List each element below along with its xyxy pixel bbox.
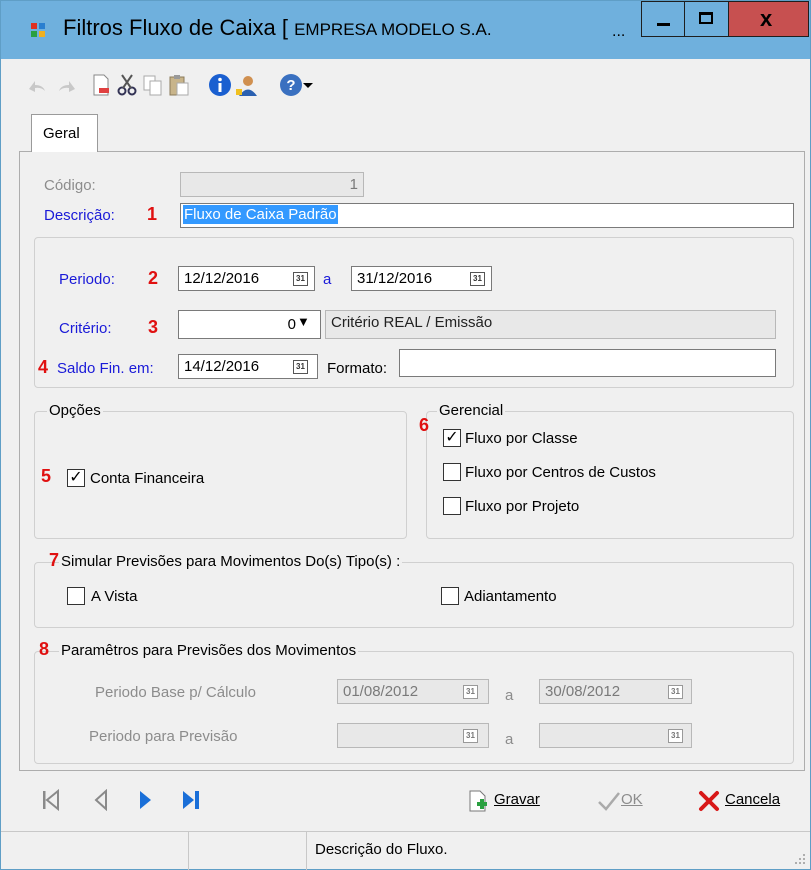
a-vista-checkbox[interactable]	[67, 587, 85, 605]
periodo-separator: a	[323, 271, 332, 288]
dropdown-arrow-icon[interactable]	[301, 73, 315, 97]
periodo-previsao-separator: a	[505, 731, 514, 748]
criterio-value: 0	[287, 316, 296, 333]
codigo-label: Código:	[44, 177, 96, 194]
formato-label: Formato:	[327, 360, 388, 377]
adiantamento-label: Adiantamento	[464, 588, 557, 605]
copy-icon[interactable]	[141, 73, 165, 97]
conta-financeira-label: Conta Financeira	[90, 470, 205, 487]
resize-grip-icon[interactable]	[794, 853, 806, 865]
last-record-icon[interactable]	[181, 789, 203, 811]
descricao-value: Fluxo de Caixa Padrão	[183, 205, 338, 224]
ok-button[interactable]: OK	[621, 791, 643, 808]
new-document-icon[interactable]	[89, 73, 113, 97]
periodo-previsao-label: Periodo para Previsão	[89, 728, 238, 745]
ok-check-icon	[598, 792, 620, 811]
calendar-icon: 31	[463, 729, 478, 743]
previous-record-icon[interactable]	[93, 789, 109, 811]
periodo-base-separator: a	[505, 687, 514, 704]
cancela-button[interactable]: Cancela	[725, 791, 780, 808]
opcoes-title: Opções	[47, 402, 103, 419]
annotation-2: 2	[148, 268, 159, 288]
status-text: Descrição do Fluxo.	[315, 841, 448, 858]
user-icon[interactable]	[235, 73, 259, 97]
app-icon	[31, 23, 45, 37]
maximize-button[interactable]	[685, 1, 729, 37]
codigo-field: 1	[180, 172, 364, 197]
a-vista-label: A Vista	[91, 588, 138, 605]
close-button[interactable]: x	[729, 1, 809, 37]
minimize-button[interactable]	[641, 1, 685, 37]
fluxo-classe-label: Fluxo por Classe	[465, 430, 578, 447]
fluxo-centros-custos-label: Fluxo por Centros de Custos	[465, 464, 656, 481]
cancel-x-icon	[699, 791, 719, 811]
fluxo-centros-custos-checkbox[interactable]	[443, 463, 461, 481]
fluxo-projeto-label: Fluxo por Projeto	[465, 498, 580, 515]
help-icon[interactable]: ?	[279, 73, 303, 97]
annotation-1: 1	[147, 204, 158, 224]
saldo-value: 14/12/2016	[184, 358, 260, 375]
simular-title: Simular Previsões para Movimentos Do(s) …	[59, 553, 403, 570]
calendar-icon: 31	[668, 729, 683, 743]
status-bar: Descrição do Fluxo.	[1, 831, 810, 870]
adiantamento-checkbox[interactable]	[441, 587, 459, 605]
company-name: EMPRESA MODELO S.A.	[294, 20, 492, 39]
periodo-label: Periodo:	[59, 271, 115, 288]
annotation-6: 6	[419, 415, 430, 435]
gerencial-title: Gerencial	[437, 402, 506, 419]
redo-icon[interactable]	[55, 73, 79, 97]
fluxo-projeto-checkbox[interactable]	[443, 497, 461, 515]
svg-text:?: ?	[286, 77, 295, 94]
tab-label: Geral	[43, 125, 80, 142]
title-ellipsis: ...	[612, 23, 626, 40]
first-record-icon[interactable]	[41, 789, 61, 811]
save-icon	[469, 790, 487, 812]
criterio-label: Critério:	[59, 320, 112, 337]
undo-icon[interactable]	[25, 73, 49, 97]
periodo-from-value: 12/12/2016	[184, 270, 260, 287]
annotation-8: 8	[39, 639, 50, 659]
toolbar: ?	[1, 59, 810, 111]
descricao-label: Descrição:	[44, 207, 115, 224]
chevron-down-icon[interactable]: ▼	[297, 314, 310, 329]
calendar-icon[interactable]: 31	[293, 360, 308, 374]
calendar-icon: 31	[463, 685, 478, 699]
status-cell	[189, 832, 307, 870]
gravar-button[interactable]: Gravar	[494, 791, 540, 808]
window: Filtros Fluxo de Caixa [ EMPRESA MODELO …	[0, 0, 811, 870]
parametros-title: Paramêtros para Previsões dos Movimentos	[59, 642, 359, 659]
minimize-icon	[657, 23, 670, 26]
simular-group	[34, 562, 794, 628]
annotation-3: 3	[148, 317, 159, 337]
calendar-icon: 31	[668, 685, 683, 699]
maximize-icon	[699, 12, 713, 24]
info-icon[interactable]	[208, 73, 232, 97]
next-record-icon[interactable]	[137, 789, 153, 811]
calendar-icon[interactable]: 31	[470, 272, 485, 286]
conta-financeira-checkbox[interactable]: ✓	[67, 469, 85, 487]
annotation-7: 7	[49, 550, 60, 570]
calendar-icon[interactable]: 31	[293, 272, 308, 286]
close-icon: x	[760, 6, 773, 31]
paste-icon[interactable]	[167, 73, 191, 97]
cut-icon[interactable]	[115, 73, 139, 97]
formato-field[interactable]	[399, 349, 776, 377]
title-bar[interactable]: Filtros Fluxo de Caixa [ EMPRESA MODELO …	[1, 1, 810, 59]
criterio-description: Critério REAL / Emissão	[325, 310, 776, 339]
annotation-5: 5	[41, 466, 52, 486]
periodo-base-label: Periodo Base p/ Cálculo	[95, 684, 256, 701]
window-title: Filtros Fluxo de Caixa [ EMPRESA MODELO …	[63, 15, 492, 40]
status-cell	[1, 832, 189, 870]
annotation-4: 4	[38, 357, 49, 377]
navigation-bar: Gravar OK Cancela	[1, 775, 810, 825]
periodo-to-value: 31/12/2016	[357, 270, 433, 287]
tab-geral[interactable]: Geral	[31, 114, 98, 152]
descricao-field[interactable]: Fluxo de Caixa Padrão	[180, 203, 794, 228]
saldo-label: Saldo Fin. em:	[57, 360, 154, 377]
fluxo-classe-checkbox[interactable]: ✓	[443, 429, 461, 447]
